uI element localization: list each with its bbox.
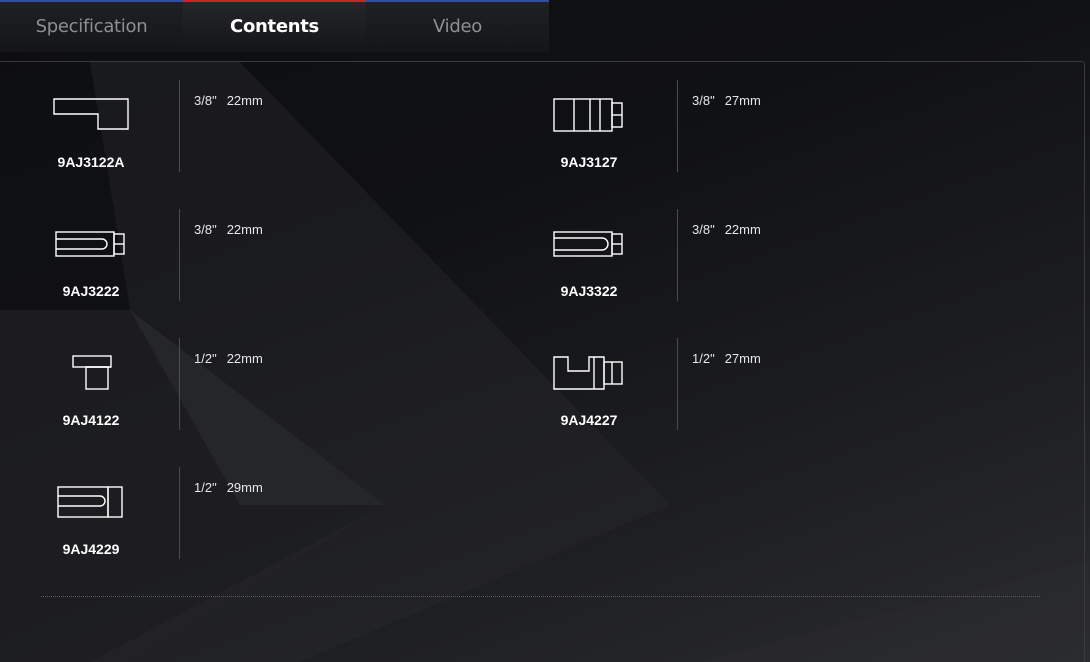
tab-contents-accent [183,0,366,2]
contents-page: Specification Contents Video 9AJ3122A 3/… [0,0,1090,662]
tab-specification-accent [0,0,183,2]
tab-video[interactable]: Video [366,0,549,52]
tab-video-label: Video [433,15,482,37]
tab-specification[interactable]: Specification [0,0,183,52]
bottom-divider [41,596,1040,597]
tab-bar: Specification Contents Video [0,0,549,52]
tab-contents[interactable]: Contents [183,0,366,52]
tab-specification-label: Specification [35,15,148,37]
tab-contents-label: Contents [230,15,319,37]
contents-panel [0,61,1085,662]
tab-video-accent [366,0,549,2]
